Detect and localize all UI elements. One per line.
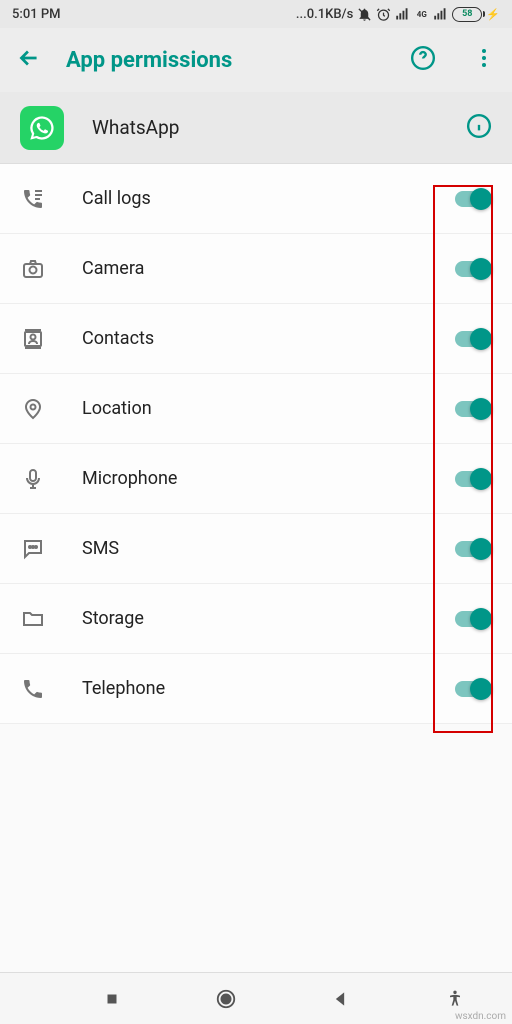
charging-icon: ⚡ <box>486 8 500 21</box>
permission-label: Location <box>82 398 416 419</box>
status-time: 5:01 PM <box>12 7 61 22</box>
app-bar: App permissions <box>0 28 512 92</box>
signal-icon <box>395 7 410 22</box>
folder-icon <box>20 606 46 632</box>
status-bar: 5:01 PM ...0.1KB/s 4G 58 ⚡ <box>0 0 512 28</box>
permission-label: Contacts <box>82 328 416 349</box>
phone-icon <box>20 676 46 702</box>
app-name-label: WhatsApp <box>92 116 438 139</box>
permission-row-storage[interactable]: Storage <box>0 584 512 654</box>
toggle-location[interactable] <box>452 397 492 421</box>
nav-back-button[interactable] <box>310 979 370 1019</box>
permission-list: Call logs Camera Contacts Location Micro… <box>0 164 512 724</box>
signal2-icon <box>433 7 448 22</box>
permission-row-call-logs[interactable]: Call logs <box>0 164 512 234</box>
sms-icon <box>20 536 46 562</box>
toggle-camera[interactable] <box>452 257 492 281</box>
info-button[interactable] <box>466 113 492 143</box>
permission-row-contacts[interactable]: Contacts <box>0 304 512 374</box>
phone-log-icon <box>20 186 46 212</box>
navigation-bar <box>0 972 512 1024</box>
app-header-row: WhatsApp <box>0 92 512 164</box>
toggle-microphone[interactable] <box>452 467 492 491</box>
permission-label: Microphone <box>82 468 416 489</box>
page-title: App permissions <box>66 48 386 73</box>
battery-icon: 58 <box>452 7 482 22</box>
permission-row-location[interactable]: Location <box>0 374 512 444</box>
permission-label: Call logs <box>82 188 416 209</box>
contacts-icon <box>20 326 46 352</box>
dnd-icon <box>357 7 372 22</box>
toggle-call-logs[interactable] <box>452 187 492 211</box>
permission-row-sms[interactable]: SMS <box>0 514 512 584</box>
nav-recent-button[interactable] <box>82 979 142 1019</box>
camera-icon <box>20 256 46 282</box>
more-button[interactable] <box>472 46 496 74</box>
watermark: wsxdn.com <box>455 1011 506 1022</box>
permission-label: SMS <box>82 538 416 559</box>
network-4g-icon: 4G <box>414 7 429 22</box>
nav-home-button[interactable] <box>196 979 256 1019</box>
back-button[interactable] <box>16 45 42 75</box>
permission-row-microphone[interactable]: Microphone <box>0 444 512 514</box>
help-button[interactable] <box>410 45 436 75</box>
status-netspeed: ...0.1KB/s <box>296 7 353 22</box>
permission-row-camera[interactable]: Camera <box>0 234 512 304</box>
whatsapp-icon <box>20 106 64 150</box>
toggle-telephone[interactable] <box>452 677 492 701</box>
permission-label: Storage <box>82 608 416 629</box>
pin-icon <box>20 396 46 422</box>
toggle-sms[interactable] <box>452 537 492 561</box>
toggle-contacts[interactable] <box>452 327 492 351</box>
permission-label: Camera <box>82 258 416 279</box>
toggle-storage[interactable] <box>452 607 492 631</box>
permission-label: Telephone <box>82 678 416 699</box>
mic-icon <box>20 466 46 492</box>
permission-row-telephone[interactable]: Telephone <box>0 654 512 724</box>
alarm-icon <box>376 7 391 22</box>
